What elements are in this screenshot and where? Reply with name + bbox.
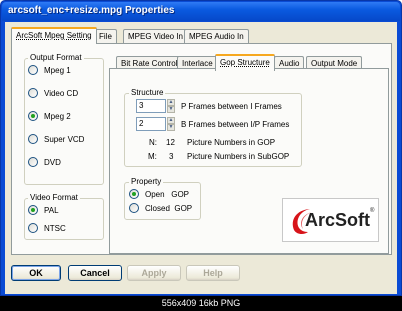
output-format-label: Output Format — [28, 53, 84, 62]
arcsoft-logo: ArcSoft ® — [282, 198, 379, 242]
b-frames-up-button[interactable]: ▲ — [167, 117, 175, 124]
radio-button-icon — [28, 64, 38, 75]
p-frames-down-button[interactable]: ▼ — [167, 106, 175, 113]
radio-label: Video CD — [44, 89, 79, 98]
radio-label: PAL — [44, 206, 59, 215]
subtab-label: Audio — [279, 59, 300, 68]
video-format-label: Video Format — [28, 193, 80, 202]
logo-registered-mark: ® — [370, 208, 375, 214]
subtab-gop-structure[interactable]: Gop Structure — [215, 54, 275, 71]
title-bar[interactable]: arcsoft_enc+resize.mpg Properties — [2, 2, 400, 21]
tab-label: File — [99, 32, 112, 41]
radio-label: Mpeg 2 — [44, 112, 71, 121]
dialog-client-area: ArcSoft Mpeg Setting File MPEG Video In … — [5, 22, 397, 294]
radio-ntsc[interactable]: NTSC — [28, 222, 66, 235]
radio-selected-icon — [28, 204, 38, 215]
b-frames-label: B Frames between I/P Frames — [181, 120, 290, 129]
radio-closed-gop[interactable]: Closed GOP — [129, 202, 193, 215]
radio-label: Open GOP — [145, 190, 190, 199]
cancel-button[interactable]: Cancel — [68, 265, 122, 281]
b-frames-down-button[interactable]: ▼ — [167, 124, 175, 131]
radio-button-icon — [28, 222, 38, 233]
subtab-page-gop-structure: Structure 3 ▲ ▼ P Frames between I Frame… — [109, 68, 389, 254]
subtab-label: Output Mode — [311, 59, 358, 68]
radio-pal[interactable]: PAL — [28, 204, 59, 217]
property-label: Property — [129, 177, 164, 186]
radio-selected-icon — [129, 188, 139, 199]
radio-dvd[interactable]: DVD — [28, 156, 61, 169]
radio-button-icon — [28, 156, 38, 167]
apply-button[interactable]: Apply — [127, 265, 181, 281]
n-label: Picture Numbers in GOP — [187, 138, 276, 147]
radio-label: Mpeg 1 — [44, 66, 71, 75]
tab-file[interactable]: File — [94, 29, 117, 43]
tab-arcsoft-mpeg-setting[interactable]: ArcSoft Mpeg Setting — [11, 27, 97, 44]
p-frames-input[interactable]: 3 — [136, 99, 166, 113]
m-label: Picture Numbers in SubGOP — [187, 152, 290, 161]
tab-label: MPEG Video In — [128, 32, 183, 41]
radio-label: Super VCD — [44, 135, 85, 144]
subtab-label: Gop Structure — [220, 58, 270, 67]
radio-label: DVD — [44, 158, 61, 167]
subtab-label: Interlace — [182, 59, 213, 68]
p-frames-up-button[interactable]: ▲ — [167, 99, 175, 106]
radio-open-gop[interactable]: Open GOP — [129, 188, 190, 201]
tab-label: ArcSoft Mpeg Setting — [16, 31, 92, 40]
help-button[interactable]: Help — [186, 265, 240, 281]
radio-video-cd[interactable]: Video CD — [28, 87, 79, 100]
radio-label: NTSC — [44, 224, 66, 233]
radio-button-icon — [129, 202, 139, 213]
m-key: M: — [148, 152, 157, 161]
radio-button-icon — [28, 133, 38, 144]
tab-label: MPEG Audio In — [189, 32, 244, 41]
m-value: 3 — [169, 152, 174, 161]
window-title: arcsoft_enc+resize.mpg Properties — [8, 5, 175, 16]
radio-label: Closed GOP — [145, 204, 193, 213]
n-value: 12 — [166, 138, 175, 147]
dialog-window: arcsoft_enc+resize.mpg Properties ArcSof… — [0, 0, 402, 296]
tab-mpeg-video-in[interactable]: MPEG Video In — [123, 29, 188, 43]
radio-button-icon — [28, 87, 38, 98]
radio-super-vcd[interactable]: Super VCD — [28, 133, 85, 146]
radio-mpeg1[interactable]: Mpeg 1 — [28, 64, 71, 77]
subtab-label: Bit Rate Control — [121, 59, 178, 68]
logo-wordmark: ArcSoft — [305, 210, 371, 230]
n-key: N: — [149, 138, 157, 147]
radio-selected-icon — [28, 110, 38, 121]
ok-button[interactable]: OK — [11, 265, 61, 281]
p-frames-label: P Frames between I Frames — [181, 102, 282, 111]
image-caption: 556x409 16kb PNG — [0, 296, 402, 311]
tab-mpeg-audio-in[interactable]: MPEG Audio In — [184, 29, 249, 43]
b-frames-input[interactable]: 2 — [136, 117, 166, 131]
radio-mpeg2[interactable]: Mpeg 2 — [28, 110, 71, 123]
structure-label: Structure — [129, 88, 166, 97]
